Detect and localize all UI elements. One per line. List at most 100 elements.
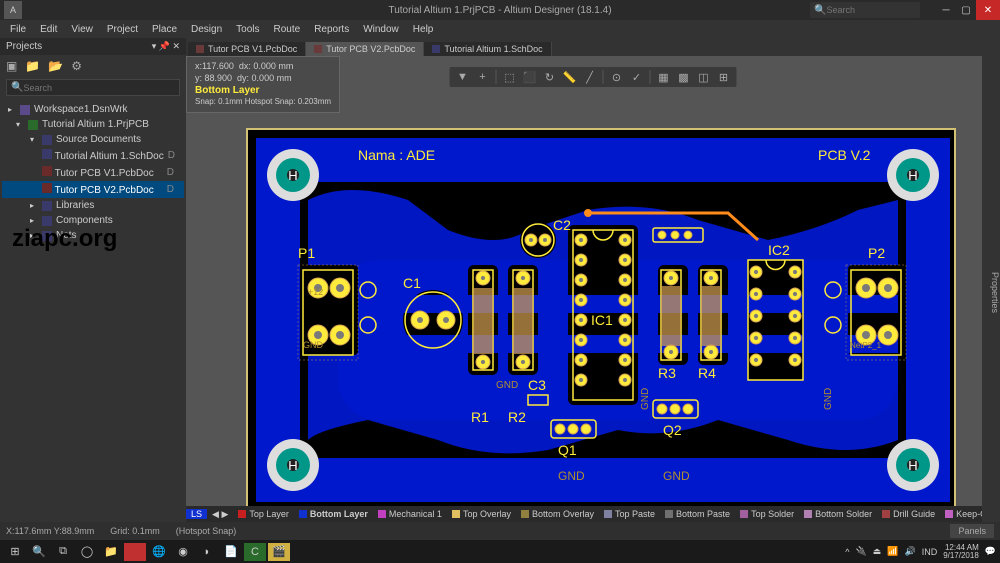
menu-window[interactable]: Window xyxy=(357,22,405,37)
layer-tab[interactable]: Top Layer xyxy=(233,509,294,519)
heads-up-display: x:117.600 dx: 0.000 mm y: 88.900 dy: 0.0… xyxy=(186,56,340,113)
app-icon[interactable]: 🎬 xyxy=(268,543,290,561)
svg-text:GND: GND xyxy=(496,380,518,391)
tool-add-icon[interactable]: + xyxy=(476,70,490,84)
tray-volume-icon[interactable]: 🔊 xyxy=(904,546,915,557)
coord-dy: dy: 0.000 mm xyxy=(237,73,292,83)
tool-measure-icon[interactable]: 📏 xyxy=(563,70,577,84)
layer-nav[interactable]: ◀ ▶ xyxy=(207,509,233,520)
svg-text:GND: GND xyxy=(558,469,585,483)
search-icon: 🔍 xyxy=(11,82,23,93)
search-icon[interactable]: 🔍 xyxy=(28,543,50,561)
menu-reports[interactable]: Reports xyxy=(308,22,355,37)
layer-tab[interactable]: Top Solder xyxy=(735,509,799,519)
tool-layer2-icon[interactable]: ▩ xyxy=(677,70,691,84)
nav-icon[interactable]: ▣ xyxy=(6,59,17,73)
tool-drc-icon[interactable]: ✓ xyxy=(630,70,644,84)
global-search[interactable]: 🔍 xyxy=(810,2,920,18)
layer-tab[interactable]: Mechanical 1 xyxy=(373,509,447,519)
tool-grid-icon[interactable]: ⊞ xyxy=(717,70,731,84)
svg-text:R4: R4 xyxy=(698,365,716,381)
menu-file[interactable]: File xyxy=(4,22,32,37)
pcb-canvas[interactable]: H H H H Nama : ADE PCB V.2 P1 xyxy=(186,74,982,522)
svg-text:GND: GND xyxy=(823,388,834,410)
tool-align-icon[interactable]: ⬛ xyxy=(523,70,537,84)
tool-cursor-icon[interactable]: ▼ xyxy=(456,70,470,84)
layer-tab-active[interactable]: Bottom Layer xyxy=(294,509,373,519)
svg-text:H: H xyxy=(908,168,917,183)
cortana-icon[interactable]: ◯ xyxy=(76,543,98,561)
pcb-board[interactable]: H H H H Nama : ADE PCB V.2 P1 xyxy=(246,128,956,508)
menu-place[interactable]: Place xyxy=(146,22,183,37)
app-icon[interactable] xyxy=(124,543,146,561)
tab-pcb-v1[interactable]: Tutor PCB V1.PcbDoc xyxy=(188,42,306,56)
tool-layer1-icon[interactable]: ▦ xyxy=(657,70,671,84)
doc-item-active[interactable]: Tutor PCB V2.PcbDocD xyxy=(2,181,184,198)
menu-tools[interactable]: Tools xyxy=(230,22,265,37)
window-title: Tutorial Altium 1.PrjPCB - Altium Design… xyxy=(388,5,611,16)
svg-text:Q1: Q1 xyxy=(558,442,577,458)
panel-search-input[interactable] xyxy=(23,83,175,93)
tray-up-icon[interactable]: ^ xyxy=(845,547,849,557)
properties-panel-tab[interactable]: Properties xyxy=(982,56,1000,522)
panels-button[interactable]: Panels xyxy=(950,524,994,538)
silk-title-left: Nama : ADE xyxy=(358,147,435,163)
start-button[interactable]: ⊞ xyxy=(4,543,26,561)
tray-notifications-icon[interactable]: 💬 xyxy=(985,546,996,557)
tray-lang[interactable]: IND xyxy=(922,547,938,557)
folder-icon[interactable]: 📁 xyxy=(25,59,40,73)
menu-view[interactable]: View xyxy=(65,22,99,37)
tray-wifi-icon[interactable]: 📶 xyxy=(887,546,898,557)
tool-3d-icon[interactable]: ◫ xyxy=(697,70,711,84)
source-docs-node[interactable]: ▾Source Documents xyxy=(2,132,184,147)
project-node[interactable]: ▾Tutorial Altium 1.PrjPCB xyxy=(2,117,184,132)
mounting-hole: H xyxy=(267,149,319,201)
maximize-button[interactable]: ▢ xyxy=(956,0,976,20)
menu-project[interactable]: Project xyxy=(101,22,144,37)
menu-design[interactable]: Design xyxy=(185,22,228,37)
doc-item[interactable]: Tutor PCB V1.PcbDocD xyxy=(2,164,184,181)
layer-tab[interactable]: Top Overlay xyxy=(447,509,516,519)
silk-title-right: PCB V.2 xyxy=(818,147,871,163)
task-view-icon[interactable]: ⧉ xyxy=(52,543,74,561)
tool-move-icon[interactable]: ⬚ xyxy=(503,70,517,84)
layer-tab[interactable]: Keep-Out Layer xyxy=(940,509,982,519)
gear-icon[interactable]: ⚙ xyxy=(71,59,82,73)
layer-tab[interactable]: Drill Guide xyxy=(877,509,940,519)
close-button[interactable]: ✕ xyxy=(976,0,1000,20)
layer-tab[interactable]: Bottom Paste xyxy=(660,509,735,519)
panel-search[interactable]: 🔍 xyxy=(6,79,180,96)
camtasia-icon[interactable]: C xyxy=(244,543,266,561)
chrome-icon[interactable]: 🌐 xyxy=(148,543,170,561)
folder2-icon[interactable]: 📂 xyxy=(48,59,63,73)
menu-route[interactable]: Route xyxy=(268,22,307,37)
layer-tab[interactable]: Bottom Solder xyxy=(799,509,877,519)
coord-layer: Bottom Layer xyxy=(195,84,331,97)
layer-set-button[interactable]: LS xyxy=(186,509,207,519)
doc-item[interactable]: Tutorial Altium 1.SchDocD xyxy=(2,147,184,164)
tool-rotate-icon[interactable]: ↻ xyxy=(543,70,557,84)
notes-icon[interactable]: 📄 xyxy=(220,543,242,561)
tray-clock[interactable]: 12:44 AM 9/17/2018 xyxy=(943,544,979,560)
tray-eject-icon[interactable]: ⏏ xyxy=(873,546,882,557)
tab-schdoc[interactable]: Tutorial Altium 1.SchDoc xyxy=(424,42,551,56)
panel-toolbar: ▣ 📁 📂 ⚙ xyxy=(0,55,186,77)
tray-power-icon[interactable]: 🔌 xyxy=(856,546,867,557)
explorer-icon[interactable]: 📁 xyxy=(100,543,122,561)
search-input[interactable] xyxy=(826,5,906,15)
minimize-button[interactable]: ─ xyxy=(936,0,956,20)
layer-tabs: LS ◀ ▶ Top Layer Bottom Layer Mechanical… xyxy=(186,506,982,522)
libraries-node[interactable]: ▸Libraries xyxy=(2,198,184,213)
altium-icon[interactable]: ◗ xyxy=(196,543,218,561)
workspace-node[interactable]: ▸Workspace1.DsnWrk xyxy=(2,102,184,117)
app-icon[interactable]: ◉ xyxy=(172,543,194,561)
layer-tab[interactable]: Bottom Overlay xyxy=(516,509,599,519)
menu-help[interactable]: Help xyxy=(407,22,440,37)
layer-tab[interactable]: Top Paste xyxy=(599,509,660,519)
tool-route-icon[interactable]: ╱ xyxy=(583,70,597,84)
tab-pcb-v2[interactable]: Tutor PCB V2.PcbDoc xyxy=(306,42,424,56)
tool-via-icon[interactable]: ⊙ xyxy=(610,70,624,84)
pin-icon[interactable]: ▾ 📌 ✕ xyxy=(152,41,180,52)
status-snap: (Hotspot Snap) xyxy=(176,526,237,536)
menu-edit[interactable]: Edit xyxy=(34,22,63,37)
